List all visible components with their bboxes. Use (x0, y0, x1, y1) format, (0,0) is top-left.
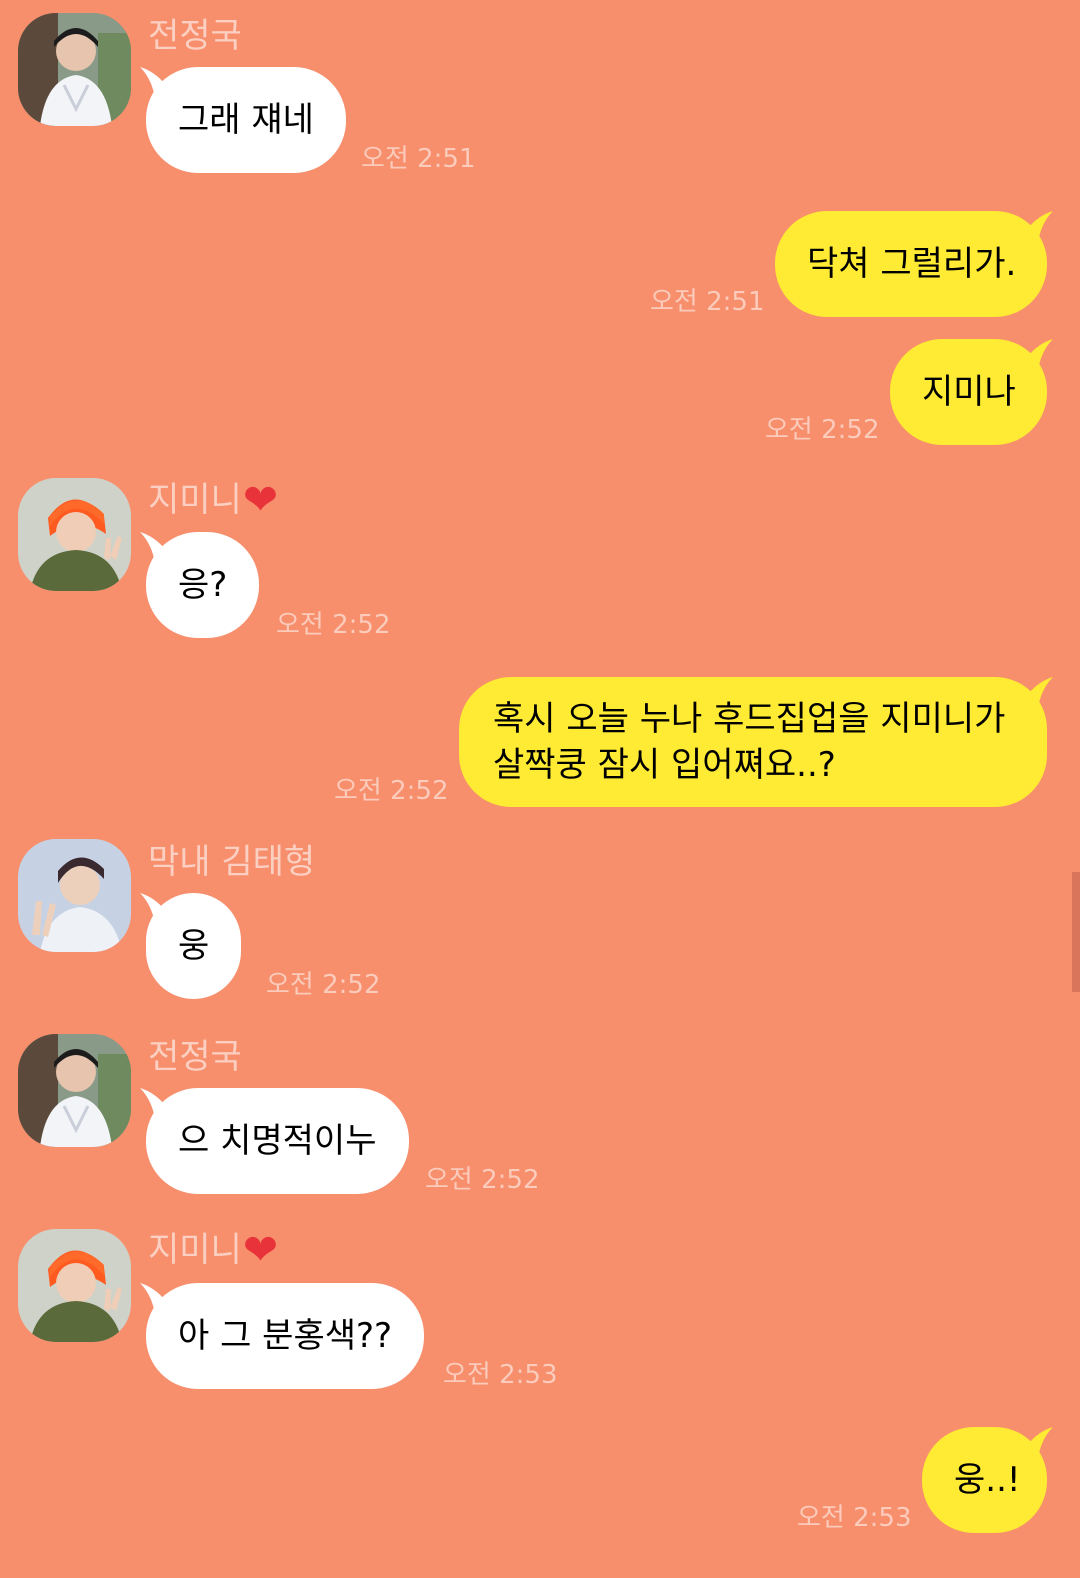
profile-photo-icon (18, 13, 131, 126)
sender-name-text: 지미니 (148, 1230, 242, 1270)
message-timestamp: 오전 2:52 (334, 776, 449, 806)
message-bubble-outgoing[interactable]: 혹시 오늘 누나 후드집업을 지미니가 살짝쿵 잠시 입어쪄요..? (459, 677, 1053, 807)
bubble-tail (1027, 1427, 1053, 1453)
sender-name: 지미니❤ (148, 1225, 279, 1274)
sender-name-text: 지미니 (148, 480, 242, 520)
sender-name-text: 막내 김태형 (148, 842, 316, 882)
avatar-jimin[interactable] (18, 1229, 131, 1342)
message-text: 아 그 분홍색?? (178, 1316, 393, 1356)
message-timestamp: 오전 2:53 (443, 1360, 558, 1390)
message-text: 그래 쟤네 (178, 100, 314, 140)
heart-icon: ❤ (242, 475, 279, 524)
message-timestamp: 오전 2:51 (361, 144, 476, 174)
scrollbar-thumb[interactable] (1072, 872, 1080, 992)
message-bubble-incoming[interactable]: 으 치명적이누 (140, 1088, 409, 1194)
bubble-tail (140, 67, 166, 93)
heart-icon: ❤ (242, 1225, 279, 1274)
message-text: 웅 (178, 926, 210, 966)
bubble-tail (1027, 211, 1053, 237)
profile-photo-icon (18, 1034, 131, 1147)
bubble-tail (140, 532, 166, 558)
avatar-jungkook[interactable] (18, 1034, 131, 1147)
message-timestamp: 오전 2:51 (650, 287, 765, 317)
profile-photo-icon (18, 478, 131, 591)
message-text: 지미나 (922, 372, 1016, 412)
bubble-tail (1027, 677, 1053, 703)
message-text: 으 치명적이누 (178, 1121, 377, 1161)
bubble-tail (1027, 339, 1053, 365)
profile-photo-icon (18, 839, 131, 952)
message-bubble-incoming[interactable]: 응? (140, 532, 260, 638)
message-timestamp: 오전 2:52 (276, 610, 391, 640)
message-text: 응? (178, 565, 228, 605)
sender-name: 전정국 (148, 1037, 242, 1077)
avatar-jimin[interactable] (18, 478, 131, 591)
message-bubble-incoming[interactable]: 아 그 분홍색?? (140, 1283, 425, 1389)
chat-area: 전정국 그래 쟤네 오전 2:51 닥쳐 그럴리가. 오전 2:51 지미나 오… (0, 0, 1080, 1578)
message-bubble-incoming[interactable]: 웅 (140, 893, 242, 999)
sender-name-text: 전정국 (148, 1037, 242, 1077)
message-text: 웅..! (954, 1460, 1021, 1500)
message-text: 혹시 오늘 누나 후드집업을 지미니가 살짝쿵 잠시 입어쪄요..? (493, 699, 1006, 785)
message-timestamp: 오전 2:53 (797, 1503, 912, 1533)
sender-name: 전정국 (148, 16, 242, 56)
profile-photo-icon (18, 1229, 131, 1342)
message-timestamp: 오전 2:52 (425, 1165, 540, 1195)
bubble-tail (140, 893, 166, 919)
sender-name: 막내 김태형 (148, 842, 315, 882)
message-bubble-incoming[interactable]: 그래 쟤네 (140, 67, 346, 173)
avatar-taehyung[interactable] (18, 839, 131, 952)
bubble-tail (140, 1283, 166, 1309)
message-bubble-outgoing[interactable]: 웅..! (922, 1427, 1053, 1533)
message-bubble-outgoing[interactable]: 지미나 (890, 339, 1053, 445)
message-timestamp: 오전 2:52 (765, 415, 880, 445)
bubble-tail (140, 1088, 166, 1114)
avatar-jungkook[interactable] (18, 13, 131, 126)
message-text: 닥쳐 그럴리가. (807, 244, 1017, 284)
sender-name-text: 전정국 (148, 16, 242, 56)
message-timestamp: 오전 2:52 (266, 970, 381, 1000)
sender-name: 지미니❤ (148, 475, 279, 524)
message-bubble-outgoing[interactable]: 닥쳐 그럴리가. (775, 211, 1053, 317)
